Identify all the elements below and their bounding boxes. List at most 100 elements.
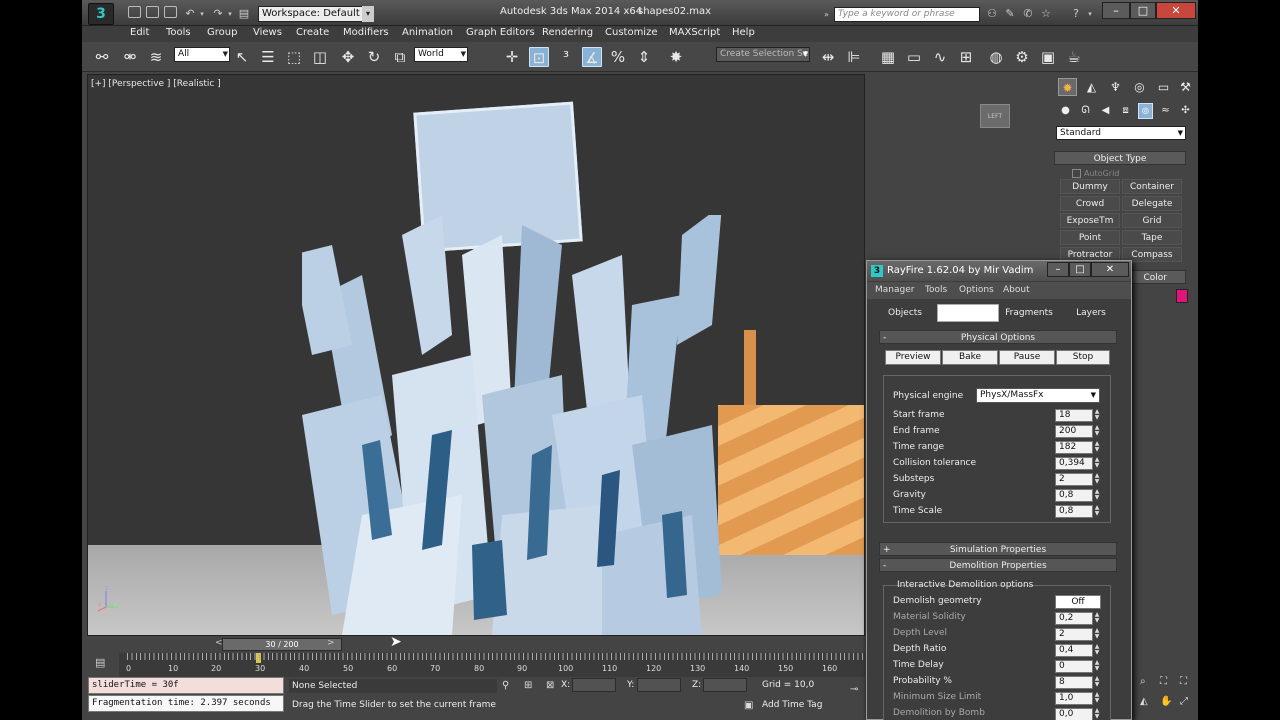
utilities-tab-icon[interactable]: ⚒ xyxy=(1176,78,1195,96)
modify-tab-icon[interactable]: ◭ xyxy=(1082,78,1101,96)
lights-icon[interactable]: ◀ xyxy=(1098,103,1113,119)
depth-level-field[interactable]: 2 xyxy=(1055,628,1093,641)
create-tab-icon[interactable]: ✹ xyxy=(1058,78,1077,96)
subscription-icon[interactable]: ✎ xyxy=(1004,8,1016,20)
helpers-icon[interactable]: ⊚ xyxy=(1138,103,1153,119)
rayfire-tab-physics[interactable]: Physics xyxy=(937,304,999,322)
zoom-icon[interactable]: ⌕ xyxy=(1140,676,1146,687)
viewcube-icon[interactable]: LEFT xyxy=(980,104,1010,128)
perspective-viewport[interactable]: [+] [Perspective ] [Realistic ] z y x xyxy=(87,74,865,636)
menu-animation[interactable]: Animation xyxy=(402,27,453,38)
dummy-button[interactable]: Dummy xyxy=(1060,179,1120,194)
undo-icon[interactable]: ↶ xyxy=(184,8,196,20)
help-icon[interactable]: ? xyxy=(1070,8,1082,20)
physical-options-rollout[interactable]: - Physical Options xyxy=(879,330,1117,344)
substeps-field[interactable]: 2 xyxy=(1055,473,1093,486)
container-button[interactable]: Container xyxy=(1122,179,1182,194)
menu-create[interactable]: Create xyxy=(296,27,329,38)
bind-space-warp-icon[interactable]: ≋ xyxy=(146,47,166,67)
select-by-name-icon[interactable]: ☰ xyxy=(258,47,278,67)
unlink-icon[interactable]: ⚮ xyxy=(120,47,140,67)
new-file-icon[interactable] xyxy=(128,6,141,18)
autogrid-checkbox[interactable] xyxy=(1072,169,1081,178)
maxscript-output-line[interactable]: Fragmentation time: 2.397 seconds xyxy=(88,695,284,712)
demolish-geometry-toggle[interactable]: Off xyxy=(1055,595,1101,609)
app-logo-button[interactable]: 3 xyxy=(88,3,114,25)
rayfire-menu-about[interactable]: About xyxy=(1003,285,1030,295)
lock-selection-icon[interactable]: ⚲ xyxy=(502,680,509,691)
spinner-icon[interactable]: ▲ ▼ xyxy=(1093,660,1101,673)
spinner-icon[interactable]: ▲ ▼ xyxy=(1093,708,1101,720)
time-tag-icon[interactable]: ▣ xyxy=(744,700,753,711)
spinner-icon[interactable]: ▲ ▼ xyxy=(1093,505,1101,518)
edit-named-selection-icon[interactable]: ✸ xyxy=(666,47,686,67)
spinner-icon[interactable]: ▲ ▼ xyxy=(1093,612,1101,625)
rectangular-selection-icon[interactable]: ⬚ xyxy=(284,47,304,67)
reference-coordinate-dropdown[interactable]: World ▼ xyxy=(414,47,468,62)
window-crossing-icon[interactable]: ◫ xyxy=(310,47,330,67)
spinner-icon[interactable]: ▲ ▼ xyxy=(1093,473,1101,486)
simulation-properties-rollout[interactable]: + Simulation Properties xyxy=(879,542,1117,556)
menu-graph-editors[interactable]: Graph Editors xyxy=(466,27,535,38)
workspace-dropdown[interactable]: Workspace: Default xyxy=(258,6,374,22)
spinner-icon[interactable]: ▲ ▼ xyxy=(1093,425,1101,438)
search-input[interactable]: Type a keyword or phrase xyxy=(834,7,980,22)
menu-help[interactable]: Help xyxy=(732,27,755,38)
exposetm-button[interactable]: ExposeTm xyxy=(1060,213,1120,228)
crowd-button[interactable]: Crowd xyxy=(1060,196,1120,211)
select-and-rotate-icon[interactable]: ↻ xyxy=(364,47,384,67)
rayfire-tab-objects[interactable]: Objects xyxy=(875,304,935,322)
schematic-view-icon[interactable]: ⊞ xyxy=(956,47,976,67)
rayfire-title-bar[interactable]: 3 RayFire 1.62.04 by Mir Vadim – □ ✕ xyxy=(867,261,1131,281)
angle-snap-icon[interactable]: ∡ xyxy=(582,47,602,67)
key-icon[interactable]: ⊸ xyxy=(850,684,858,695)
display-tab-icon[interactable]: ▭ xyxy=(1154,78,1173,96)
favorites-icon[interactable]: ☆ xyxy=(1040,8,1052,20)
absolute-mode-icon[interactable]: ⊠ xyxy=(546,680,554,691)
cameras-icon[interactable]: ⧈ xyxy=(1118,103,1133,119)
spinner-icon[interactable]: ▲ ▼ xyxy=(1093,644,1101,657)
minimize-button[interactable]: – xyxy=(1102,2,1130,19)
x-coordinate-field[interactable] xyxy=(572,678,616,692)
maximize-button[interactable]: □ xyxy=(1130,2,1156,19)
mirror-icon[interactable]: ⇹ xyxy=(818,47,838,67)
rayfire-menu-manager[interactable]: Manager xyxy=(875,285,914,295)
bake-button[interactable]: Bake xyxy=(942,350,998,365)
menu-views[interactable]: Views xyxy=(253,27,282,38)
time-slider[interactable]: 30 / 200 xyxy=(222,638,342,651)
pause-button[interactable]: Pause xyxy=(999,350,1055,365)
z-coordinate-field[interactable] xyxy=(703,678,747,692)
rayfire-menu-tools[interactable]: Tools xyxy=(925,285,947,295)
time-delay-field[interactable]: 0 xyxy=(1055,660,1093,673)
spinner-icon[interactable]: ▲ ▼ xyxy=(1093,489,1101,502)
rayfire-close-button[interactable]: ✕ xyxy=(1091,262,1129,277)
object-color-swatch[interactable] xyxy=(1176,289,1188,303)
save-file-icon[interactable] xyxy=(164,6,177,18)
space-warps-icon[interactable]: ≈ xyxy=(1158,103,1173,119)
chevron-down-icon[interactable]: ▾ xyxy=(362,6,374,22)
material-solidity-field[interactable]: 0,2 xyxy=(1055,612,1093,625)
select-and-link-icon[interactable]: ⚯ xyxy=(92,47,112,67)
toggle-ribbon-icon[interactable]: ▭ xyxy=(904,47,924,67)
menu-rendering[interactable]: Rendering xyxy=(542,27,593,38)
rayfire-menu-options[interactable]: Options xyxy=(959,285,994,295)
open-file-icon[interactable] xyxy=(146,6,159,18)
crosshair-icon[interactable]: ⊞ xyxy=(524,680,532,691)
demolition-properties-rollout[interactable]: - Demolition Properties xyxy=(879,558,1117,572)
demolition-by-bomb-field[interactable]: 0,0 xyxy=(1055,708,1093,720)
material-editor-icon[interactable]: ◍ xyxy=(986,47,1006,67)
selection-filter-dropdown[interactable]: All ▼ xyxy=(174,47,230,62)
next-frame-icon[interactable]: > xyxy=(327,638,335,648)
menu-maxscript[interactable]: MAXScript xyxy=(669,27,720,38)
probability-field[interactable]: 8 xyxy=(1055,676,1093,689)
maxscript-listener-line[interactable]: sliderTime = 30f xyxy=(88,677,284,694)
project-folder-icon[interactable]: ▤ xyxy=(238,8,250,20)
render-setup-icon[interactable]: ⚙ xyxy=(1012,47,1032,67)
align-icon[interactable]: ⊫ xyxy=(844,47,864,67)
add-time-tag[interactable]: Add Time Tag xyxy=(762,700,822,710)
rayfire-maximize-button[interactable]: □ xyxy=(1069,262,1091,277)
spinner-icon[interactable]: ▲ ▼ xyxy=(1093,628,1101,641)
tape-button[interactable]: Tape xyxy=(1122,230,1182,245)
select-object-icon[interactable]: ↖ xyxy=(232,47,252,67)
gravity-field[interactable]: 0,8 xyxy=(1055,489,1093,502)
